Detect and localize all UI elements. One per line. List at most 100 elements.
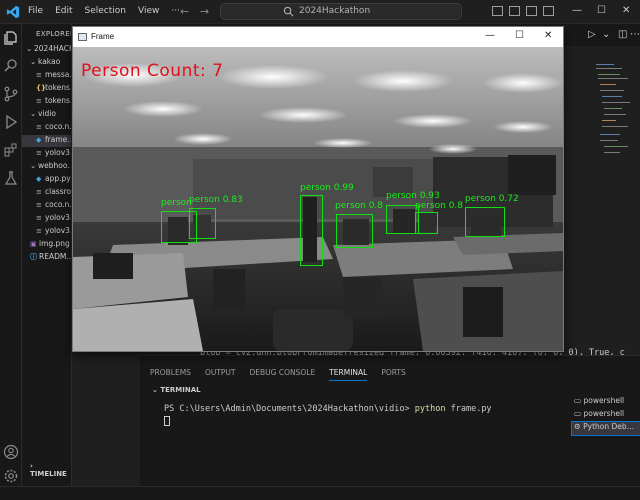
run-debug-icon[interactable] [3, 114, 19, 130]
tree-file[interactable]: {}tokens… [36, 83, 71, 95]
split-editor-icon[interactable]: ◫ [618, 29, 627, 40]
frame-window-title: Frame [91, 32, 115, 41]
detection-label: person 0.83 [189, 195, 243, 205]
layout-sidebar-icon[interactable] [492, 6, 503, 16]
terminal-item[interactable]: ▭ powershell [572, 396, 640, 409]
tree-root[interactable]: ⌄2024HACKA… [26, 44, 71, 56]
extensions-icon[interactable] [3, 142, 19, 158]
source-control-icon[interactable] [3, 86, 19, 102]
maximize-icon[interactable]: ☐ [597, 5, 606, 16]
tree-file[interactable]: ≡coco.n… [36, 200, 71, 212]
more-actions-icon[interactable]: ⋯ [630, 29, 640, 40]
detection-label: person 0.93 [386, 191, 440, 201]
terminal-icon: ▭ [574, 409, 582, 418]
forward-arrow-icon[interactable]: → [200, 5, 209, 18]
terminal-icon: ▭ [574, 396, 582, 405]
terminal-list: ▭ powershell ▭ powershell ⚙ Python Deb… [571, 396, 640, 436]
layout-panel-icon[interactable] [509, 6, 520, 16]
tree-file[interactable]: ◆ app.py [36, 174, 71, 186]
close-icon[interactable]: ✕ [544, 30, 552, 41]
tree-file-selected[interactable]: ◆ frame… [22, 135, 71, 147]
chevron-right-icon: › [30, 462, 33, 470]
timeline-section[interactable]: › TIMELINE [30, 462, 71, 478]
tree-file[interactable]: ≡yolov3… [36, 148, 71, 160]
terminal-prompt: PS C:\Users\Admin\Documents\2024Hackatho… [164, 404, 410, 414]
image-file-icon: ▣ [30, 240, 37, 248]
python-file-icon: ◆ [36, 136, 42, 144]
search-text: 2024Hackathon [299, 6, 371, 16]
tree-folder-vidio[interactable]: ⌄ vidio [30, 109, 56, 121]
python-file-icon: ◆ [36, 175, 42, 183]
detection-label: person 0.72 [465, 194, 519, 204]
chevron-down-icon: ⌄ [26, 44, 33, 53]
title-bar: File Edit Selection View ··· ← → 2024Hac… [0, 0, 640, 24]
minimap[interactable] [592, 54, 636, 354]
chevron-down-icon: ⌄ [152, 386, 158, 394]
detection-box [336, 214, 373, 248]
tree-folder-webhook[interactable]: ⌄ webhoo… [30, 161, 71, 173]
testing-flask-icon[interactable] [3, 170, 19, 186]
opencv-frame-window[interactable]: Frame — ☐ ✕ Person Count: 7 person perso… [72, 26, 564, 352]
file-icon: ≡ [36, 214, 42, 222]
minimize-icon[interactable]: — [485, 30, 495, 41]
file-icon: ≡ [36, 97, 42, 105]
menu-edit[interactable]: Edit [49, 6, 78, 16]
file-icon: ≡ [36, 227, 42, 235]
detection-box [189, 208, 216, 239]
account-icon[interactable] [3, 444, 19, 460]
detection-label: person 0.8 [415, 201, 464, 211]
settings-gear-icon[interactable] [3, 468, 19, 484]
detection-box [465, 207, 505, 237]
layout-secondary-icon[interactable] [526, 6, 537, 16]
tree-file[interactable]: ⓘ READM… [30, 252, 71, 264]
terminal-item[interactable]: ▭ powershell [572, 409, 640, 422]
terminal-prompt-line[interactable]: PS C:\Users\Admin\Documents\2024Hackatho… [164, 404, 492, 414]
search-icon [283, 6, 294, 17]
tree-file[interactable]: ≡yolov3… [36, 213, 71, 225]
search-icon[interactable] [3, 58, 19, 74]
tree-file[interactable]: ▣ img.png [30, 239, 70, 251]
terminal-item-selected[interactable]: ⚙ Python Deb… [571, 421, 640, 436]
menu-file[interactable]: File [22, 6, 49, 16]
terminal-section-header[interactable]: ⌄ TERMINAL [152, 386, 201, 394]
layout-customize-icon[interactable] [543, 6, 554, 16]
file-icon: ≡ [36, 123, 42, 131]
tab-debug-console[interactable]: DEBUG CONSOLE [250, 368, 316, 381]
layout-controls [492, 6, 554, 16]
frame-window-titlebar[interactable]: Frame — ☐ ✕ [73, 27, 563, 47]
file-icon: ≡ [36, 149, 42, 157]
tree-file[interactable]: ≡classro… [36, 187, 71, 199]
maximize-icon[interactable]: ☐ [515, 30, 524, 41]
detection-label: person [161, 198, 192, 208]
tab-terminal[interactable]: TERMINAL [329, 368, 368, 381]
chevron-down-icon[interactable]: ⌄ [602, 29, 610, 40]
tree-file[interactable]: ≡yolov3… [36, 226, 71, 238]
tree-file[interactable]: ≡coco.n… [36, 122, 71, 134]
menu-view[interactable]: View [132, 6, 165, 16]
detection-box [415, 212, 438, 234]
tree-folder-kakao[interactable]: ⌄ kakao [30, 57, 60, 69]
tree-file[interactable]: ≡messa… [36, 70, 71, 82]
files-icon[interactable] [3, 30, 19, 46]
bottom-panel: PROBLEMS OUTPUT DEBUG CONSOLE TERMINAL P… [140, 355, 640, 486]
window-app-icon [78, 33, 87, 41]
tab-output[interactable]: OUTPUT [205, 368, 236, 381]
detection-box [300, 195, 323, 266]
tab-problems[interactable]: PROBLEMS [150, 368, 191, 381]
run-icon[interactable]: ▷ [588, 29, 596, 40]
explorer-title: EXPLORER [36, 30, 72, 38]
menu-bar: File Edit Selection View ··· [22, 6, 186, 16]
menu-selection[interactable]: Selection [79, 6, 132, 16]
back-arrow-icon[interactable]: ← [180, 5, 189, 18]
tab-ports[interactable]: PORTS [381, 368, 405, 381]
file-icon: ≡ [36, 201, 42, 209]
camera-frame: Person Count: 7 person person 0.83 perso… [73, 47, 563, 351]
close-icon[interactable]: ✕ [622, 5, 630, 16]
minimize-icon[interactable]: — [572, 5, 582, 16]
chevron-down-icon: ⌄ [30, 57, 37, 66]
tree-file[interactable]: ≡tokens… [36, 96, 71, 108]
command-center-search[interactable]: 2024Hackathon [220, 3, 462, 20]
terminal-cursor [164, 416, 170, 426]
panel-tabs: PROBLEMS OUTPUT DEBUG CONSOLE TERMINAL P… [150, 368, 406, 381]
status-bar [0, 486, 640, 500]
